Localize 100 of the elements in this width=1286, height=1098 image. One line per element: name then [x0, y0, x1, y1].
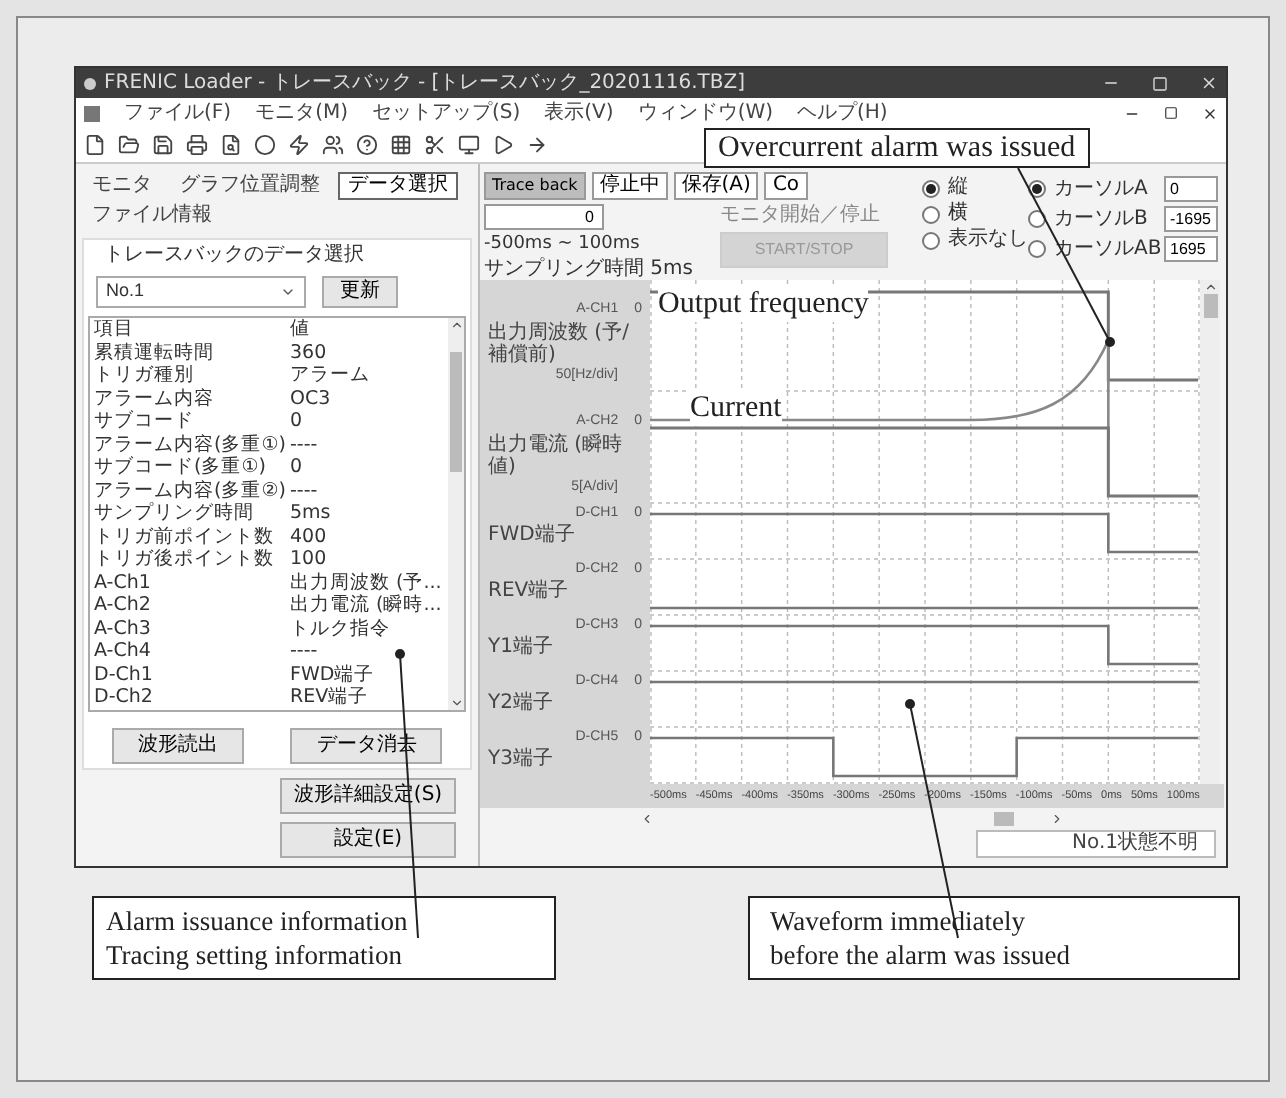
lightning-icon[interactable] — [288, 134, 310, 156]
table-cell-text: A-Ch1 — [94, 571, 153, 594]
cursor-field[interactable]: 1695 — [1164, 236, 1218, 262]
status-bar: No.1状態不明 — [976, 830, 1216, 858]
tab[interactable]: グラフ位置調整 — [170, 172, 330, 200]
table-cell-text: アラーム内容(多重①) — [94, 433, 288, 456]
chart-annotation: Current — [690, 390, 782, 426]
table-cell: REV端子 — [290, 686, 369, 709]
scroll-up-icon[interactable] — [1203, 280, 1217, 294]
radio-button[interactable] — [1028, 180, 1046, 198]
menu-item[interactable]: セットアップ(S) — [372, 101, 521, 125]
channel-name: Y2端子 — [486, 692, 555, 716]
table-cell-text: サンプリング時間 — [94, 502, 256, 525]
channel-name: Y1端子 — [486, 636, 555, 660]
circle-icon[interactable] — [254, 134, 276, 156]
column-header: 項目 — [94, 318, 136, 341]
channel-name: REV端子 — [486, 580, 571, 604]
time-field[interactable]: 0 — [484, 204, 604, 230]
preview-icon[interactable] — [220, 134, 242, 156]
sampling-time: サンプリング時間 5ms — [484, 258, 695, 280]
trace-button[interactable]: 保存(A) — [673, 172, 759, 200]
table-cell: 360 — [290, 341, 327, 364]
trace-button[interactable]: Trace back — [484, 172, 586, 200]
radio-button[interactable] — [922, 205, 940, 223]
table-cell-text: A-Ch2 — [94, 594, 153, 617]
tab[interactable]: ファイル情報 — [82, 202, 222, 230]
channel-name: Y3端子 — [486, 748, 555, 772]
monitor-icon[interactable] — [458, 134, 480, 156]
channel-name: FWD端子 — [486, 524, 577, 548]
channel-name: 出力電流 (瞬時値) — [486, 433, 625, 477]
table-cell: 400 — [290, 525, 327, 548]
channel-name: 出力周波数 (予/補償前) — [486, 321, 631, 365]
radio-button[interactable] — [1028, 210, 1046, 228]
scroll-up-icon[interactable] — [449, 318, 463, 332]
table-cell: 0 — [290, 410, 303, 433]
people-icon[interactable] — [322, 134, 344, 156]
table-cell-text: アラーム内容(多重②) — [94, 479, 288, 502]
cursor-field[interactable]: -1695 — [1164, 206, 1218, 232]
table-cell: 5ms — [290, 502, 331, 525]
callout-text: Alarm issuance information — [106, 903, 410, 937]
scroll-thumb[interactable] — [1203, 294, 1217, 318]
scroll-down-icon[interactable] — [449, 695, 463, 709]
trace-button[interactable]: Co — [764, 172, 808, 200]
cursor-field[interactable]: 0 — [1164, 176, 1218, 202]
data-select[interactable]: No.1 — [96, 276, 306, 308]
action-button[interactable]: 波形読出 — [111, 727, 244, 763]
scroll-left-icon[interactable] — [640, 812, 654, 826]
table-cell-text: D-Ch1 — [94, 663, 155, 686]
table-cell-text: D-Ch2 — [94, 686, 155, 709]
arrow-icon[interactable] — [526, 134, 548, 156]
table-cell: 出力周波数 (予... — [290, 571, 442, 594]
section-label: トレースバックのデータ選択 — [102, 244, 366, 268]
menu-item[interactable]: 表示(V) — [544, 101, 614, 125]
window-title: FRENIC Loader - トレースバック - [トレースバック_20201116.TBZ] — [104, 71, 745, 95]
maximize-icon[interactable] — [1152, 75, 1168, 91]
scroll-right-icon[interactable] — [1050, 812, 1064, 826]
printer-icon[interactable] — [186, 134, 208, 156]
table-cell-text: アラーム内容 — [94, 387, 216, 410]
restore-icon[interactable] — [1164, 106, 1178, 120]
radio-button[interactable] — [922, 231, 940, 249]
tab[interactable]: モニタ — [82, 172, 162, 200]
callout-text: before the alarm was issued — [770, 937, 1072, 971]
scrollbar[interactable] — [448, 318, 464, 709]
radio-label: 横 — [948, 202, 968, 226]
menu-item[interactable]: ファイル(F) — [124, 101, 232, 125]
radio-label: 縦 — [948, 176, 968, 200]
folder-icon[interactable] — [118, 134, 140, 156]
menu-item[interactable]: モニタ(M) — [255, 101, 348, 125]
refresh-button[interactable]: 更新 — [322, 276, 398, 308]
grid-icon[interactable] — [390, 134, 412, 156]
table-cell-text: トリガ前ポイント数 — [94, 525, 276, 548]
table-cell: ---- — [290, 479, 318, 502]
table-cell: FWD端子 — [290, 663, 375, 686]
scrollbar[interactable] — [1200, 280, 1220, 784]
monitor-label: モニタ開始／停止 — [720, 204, 882, 228]
app-menu-icon[interactable] — [84, 105, 100, 121]
play-icon[interactable] — [492, 134, 514, 156]
scroll-thumb[interactable] — [994, 812, 1014, 826]
help-icon[interactable] — [356, 134, 378, 156]
app-logo-icon — [84, 77, 96, 89]
table-cell: ---- — [290, 640, 318, 663]
trace-button[interactable]: 停止中 — [591, 172, 668, 200]
close-icon[interactable] — [1202, 105, 1218, 121]
tab[interactable]: データ選択 — [338, 172, 458, 200]
table-cell-text: トリガ後ポイント数 — [94, 548, 276, 571]
save-icon[interactable] — [152, 134, 174, 156]
menu-item[interactable]: ヘルプ(H) — [797, 101, 888, 125]
table-cell-text: A-Ch3 — [94, 617, 153, 640]
table-cell-text: A-Ch4 — [94, 640, 153, 663]
table-cell-text: トリガ種別 — [94, 364, 196, 387]
scroll-thumb[interactable] — [450, 352, 462, 472]
radio-button[interactable] — [1028, 240, 1046, 258]
menu-item[interactable]: ウィンドウ(W) — [637, 101, 774, 125]
chart-annotation: Output frequency — [658, 286, 869, 322]
radio-button[interactable] — [922, 179, 940, 197]
table-cell: ---- — [290, 433, 318, 456]
callout-text: Tracing setting information — [106, 937, 404, 971]
scissors-icon[interactable] — [424, 134, 446, 156]
file-icon[interactable] — [84, 134, 106, 156]
settings-button[interactable]: 設定(E) — [280, 821, 456, 857]
